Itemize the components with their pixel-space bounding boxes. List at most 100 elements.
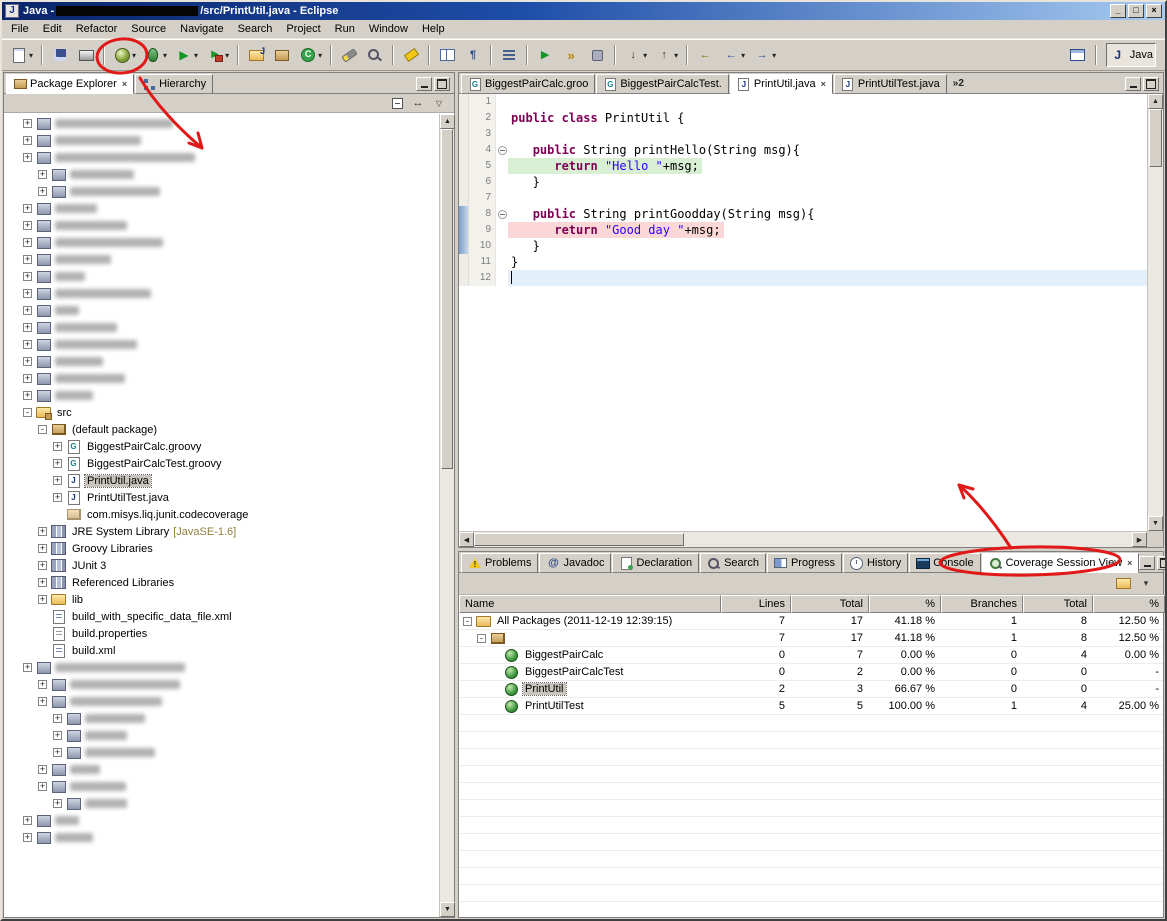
expander-plus-icon[interactable]: + [38,527,47,536]
bottom-tab-javadoc[interactable]: Javadoc [539,553,612,573]
run-last-button[interactable] [533,43,557,67]
expander-plus-icon[interactable]: + [23,391,32,400]
minimize-button[interactable]: _ [1110,4,1126,18]
expander-plus-icon[interactable]: + [23,272,32,281]
tree-item-biggestpaircalc-groovy[interactable]: + BiggestPairCalc.groovy [6,438,439,455]
expander-plus-icon[interactable]: + [53,748,62,757]
column-header-branches[interactable]: Branches [941,595,1023,613]
new-class-button[interactable]: ▾ [296,43,325,67]
tree-item-junit-3[interactable]: + JUnit 3 [6,557,439,574]
tree-item-redacted[interactable]: + [6,268,439,285]
tree-item-redacted[interactable]: + [6,778,439,795]
close-icon[interactable]: × [1127,558,1132,568]
column-header-pct[interactable]: % [869,595,941,613]
expander-plus-icon[interactable]: + [38,782,47,791]
menu-file[interactable]: File [4,21,36,37]
column-header-pct[interactable]: % [1093,595,1165,613]
view-menu-button[interactable] [430,95,448,111]
expander-plus-icon[interactable]: + [38,561,47,570]
debug-launch-button[interactable]: ▾ [141,43,170,67]
bottom-tab-problems[interactable]: Problems [461,553,539,573]
dropdown-arrow-icon[interactable]: ▾ [194,51,198,60]
minimize-view-button[interactable] [416,76,432,91]
collapse-fold-icon[interactable] [497,209,507,219]
tree-item-redacted[interactable]: + [6,710,439,727]
tree-item-redacted[interactable]: + [6,251,439,268]
dropdown-arrow-icon[interactable]: ▾ [132,51,136,60]
bottom-tab-declaration[interactable]: Declaration [612,553,700,573]
stop-button[interactable] [585,43,609,67]
bottom-tab-coverage-session-view[interactable]: Coverage Session View × [981,553,1140,573]
maximize-editor-button[interactable] [1143,76,1159,91]
expander-plus-icon[interactable]: + [23,119,32,128]
code-line-10[interactable]: 10 } [459,238,1147,254]
editor-horizontal-scrollbar[interactable] [459,531,1147,547]
menu-refactor[interactable]: Refactor [69,21,125,37]
expander-plus-icon[interactable]: + [23,153,32,162]
last-edit-location-button[interactable] [693,43,717,67]
column-header-total[interactable]: Total [791,595,869,613]
expander-plus-icon[interactable]: + [23,238,32,247]
expander-plus-icon[interactable]: + [23,816,32,825]
dropdown-arrow-icon[interactable]: ▾ [318,51,322,60]
expander-plus-icon[interactable]: + [23,289,32,298]
run-launch-button[interactable]: ▾ [172,43,201,67]
tree-item-redacted[interactable]: + [6,132,439,149]
tree-item-build-with-specific-data-file-xml[interactable]: build_with_specific_data_file.xml [6,608,439,625]
new-wizard-button[interactable]: ▾ [7,43,36,67]
tree-item-redacted[interactable]: + [6,115,439,132]
coverage-row-printutiltest[interactable]: PrintUtilTest 5 5 100.00 % 1 4 25.00 % [459,698,1163,715]
close-icon[interactable]: × [821,79,826,89]
import-session-button[interactable] [1114,576,1132,592]
expander-plus-icon[interactable]: + [23,204,32,213]
tree-item-redacted[interactable]: + [6,829,439,846]
coverage-row-printutil[interactable]: PrintUtil 2 3 66.67 % 0 0 - [459,681,1163,698]
scrollbar-thumb[interactable] [441,129,453,469]
scroll-up-icon[interactable] [1148,94,1163,109]
collapse-all-button[interactable] [388,95,406,111]
tree-item-redacted[interactable]: + [6,234,439,251]
editor-tab-biggestpaircalc-groo[interactable]: BiggestPairCalc.groo [461,74,596,94]
tree-item-default-package[interactable]: - (default package) [6,421,439,438]
expander-plus-icon[interactable]: + [23,255,32,264]
code-line-12[interactable]: 12 [459,270,1147,286]
link-with-editor-button[interactable] [409,95,427,111]
expander-plus-icon[interactable]: + [23,833,32,842]
code-line-9[interactable]: 9 return "Good day "+msg; [459,222,1147,238]
code-line-4[interactable]: 4 public String printHello(String msg){ [459,142,1147,158]
menu-source[interactable]: Source [124,21,173,37]
expander-plus-icon[interactable]: + [53,442,62,451]
expander-plus-icon[interactable]: + [23,221,32,230]
tree-item-redacted[interactable]: + [6,812,439,829]
dropdown-arrow-icon[interactable]: ▾ [29,51,33,60]
expander-plus-icon[interactable]: + [23,323,32,332]
tree-item-build-properties[interactable]: build.properties [6,625,439,642]
menu-project[interactable]: Project [279,21,327,37]
expander-plus-icon[interactable]: + [38,697,47,706]
tree-item-groovy-libraries[interactable]: + Groovy Libraries [6,540,439,557]
scrollbar-thumb[interactable] [474,533,684,546]
tree-item-redacted[interactable]: + [6,353,439,370]
expander-plus-icon[interactable]: + [53,731,62,740]
tree-item-redacted[interactable]: + [6,370,439,387]
expander-plus-icon[interactable]: + [38,187,47,196]
expander-plus-icon[interactable]: + [53,459,62,468]
scrollbar-track[interactable] [440,469,454,902]
scrollbar-thumb[interactable] [1149,109,1162,167]
tree-item-printutiltest-java[interactable]: + PrintUtilTest.java [6,489,439,506]
forward-button[interactable]: ▾ [750,43,779,67]
tree-item-redacted[interactable]: + [6,302,439,319]
show-table-button[interactable] [435,43,459,67]
editor-tab-biggestpaircalctest[interactable]: BiggestPairCalcTest. [596,74,729,94]
maximize-panel-button[interactable] [1157,555,1165,570]
code-line-11[interactable]: 11} [459,254,1147,270]
tree-item-redacted[interactable]: + [6,676,439,693]
bottom-tab-search[interactable]: Search [700,553,766,573]
coverage-row-all-packages-2011-12-19-12-39-15[interactable]: - All Packages (2011-12-19 12:39:15) 7 17 41… [459,613,1163,630]
expander-plus-icon[interactable]: + [38,544,47,553]
dropdown-arrow-icon[interactable]: ▾ [674,51,678,60]
editor-code[interactable]: 1 2 public class PrintUtil {3 4 public Stri… [459,94,1147,531]
editor-vertical-scrollbar[interactable] [1147,94,1163,531]
code-line-6[interactable]: 6 } [459,174,1147,190]
maximize-view-button[interactable] [434,76,450,91]
